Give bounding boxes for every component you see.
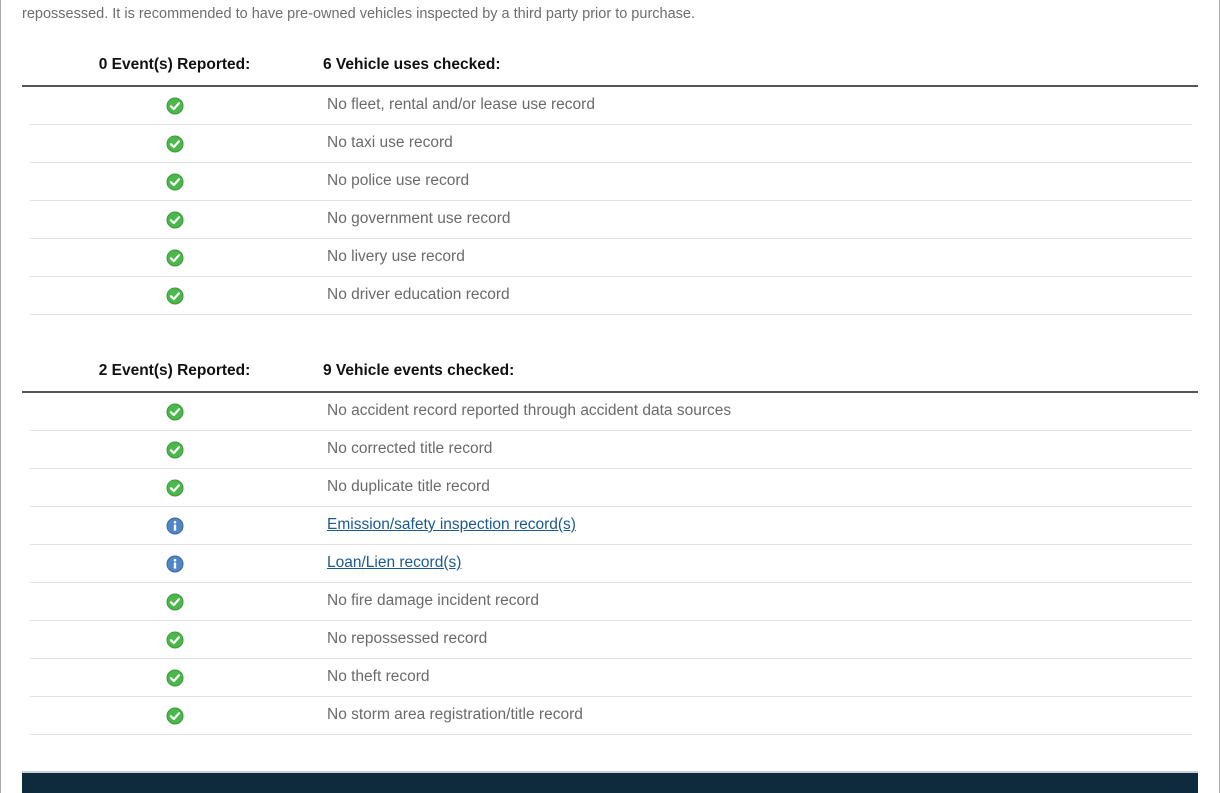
check-icon (166, 249, 184, 267)
list-item-label: No fire damage incident record (327, 592, 539, 609)
check-icon (166, 479, 184, 497)
list-item-label: No livery use record (327, 248, 465, 265)
footer-bar (22, 771, 1198, 793)
list-item-label: No government use record (327, 210, 511, 227)
list-item-label: No accident record reported through acci… (327, 402, 732, 419)
list-item-label: No theft record (327, 668, 430, 685)
list-item: No fleet, rental and/or lease use record (30, 87, 1192, 125)
list-item: No police use record (30, 163, 1192, 201)
list-item: No accident record reported through acci… (30, 393, 1192, 431)
intro-text: repossessed. It is recommended to have p… (22, 6, 695, 22)
check-icon (166, 441, 184, 459)
list-item-label: No corrected title record (327, 440, 493, 457)
check-icon (166, 135, 184, 153)
check-icon (166, 631, 184, 649)
check-icon (166, 97, 184, 115)
list-item: No duplicate title record (30, 469, 1192, 507)
events-checked-label: 9 Vehicle events checked: (323, 362, 515, 379)
list-item-label: No driver education record (327, 286, 510, 303)
check-icon (166, 707, 184, 725)
uses-checked-label: 6 Vehicle uses checked: (323, 56, 501, 73)
uses-events-reported-label: 0 Event(s) Reported: (98, 56, 251, 73)
list-item-label: No storm area registration/title record (327, 706, 583, 723)
list-item: No livery use record (30, 239, 1192, 277)
record-link[interactable]: Loan/Lien record(s) (327, 554, 461, 572)
check-icon (166, 211, 184, 229)
check-icon (166, 403, 184, 421)
vehicle-events-header: 2 Event(s) Reported: 9 Vehicle events ch… (22, 354, 1198, 393)
vehicle-uses-list: No fleet, rental and/or lease use record… (30, 87, 1192, 315)
list-item: No storm area registration/title record (30, 697, 1192, 735)
list-item: Emission/safety inspection record(s) (30, 507, 1192, 545)
vehicle-uses-header: 0 Event(s) Reported: 6 Vehicle uses chec… (22, 48, 1198, 87)
list-item: No taxi use record (30, 125, 1192, 163)
vehicle-events-list: No accident record reported through acci… (30, 393, 1192, 735)
info-icon (166, 555, 184, 573)
info-icon (166, 517, 184, 535)
list-item: Loan/Lien record(s) (30, 545, 1192, 583)
check-icon (166, 593, 184, 611)
list-item-label: No duplicate title record (327, 478, 490, 495)
vehicle-uses-section: 0 Event(s) Reported: 6 Vehicle uses chec… (22, 48, 1198, 315)
list-item-label: No taxi use record (327, 134, 453, 151)
report-page: repossessed. It is recommended to have p… (0, 0, 1220, 793)
list-item-label: No fleet, rental and/or lease use record (327, 96, 595, 113)
list-item-label: No police use record (327, 172, 470, 189)
list-item: No government use record (30, 201, 1192, 239)
list-item: No theft record (30, 659, 1192, 697)
check-icon (166, 669, 184, 687)
check-icon (166, 287, 184, 305)
record-link[interactable]: Emission/safety inspection record(s) (327, 516, 576, 534)
list-item: No repossessed record (30, 621, 1192, 659)
list-item: No fire damage incident record (30, 583, 1192, 621)
vehicle-events-section: 2 Event(s) Reported: 9 Vehicle events ch… (22, 354, 1198, 735)
list-item: No driver education record (30, 277, 1192, 315)
list-item-label: No repossessed record (327, 630, 488, 647)
check-icon (166, 173, 184, 191)
list-item: No corrected title record (30, 431, 1192, 469)
events-reported-label: 2 Event(s) Reported: (98, 362, 251, 379)
